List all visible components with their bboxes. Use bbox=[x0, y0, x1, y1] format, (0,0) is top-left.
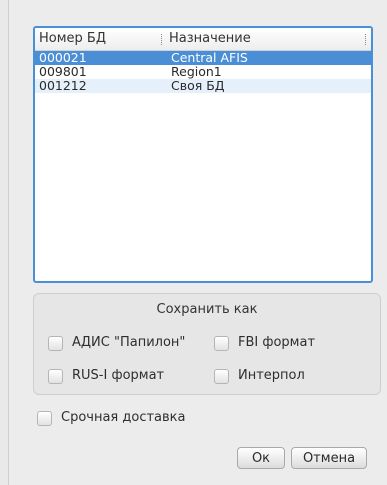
column-header-number[interactable]: Номер БД bbox=[39, 31, 106, 46]
column-resize-grip[interactable] bbox=[365, 34, 367, 45]
urgent-delivery-checkbox[interactable] bbox=[37, 411, 52, 426]
fbi-format-checkbox[interactable] bbox=[214, 336, 229, 351]
interpol-label[interactable]: Интерпол bbox=[238, 368, 305, 383]
papillon-checkbox[interactable] bbox=[48, 336, 63, 351]
cell-purpose: Central AFIS bbox=[171, 50, 248, 65]
rus-i-format-label[interactable]: RUS-I формат bbox=[72, 368, 164, 383]
table-row[interactable]: 001212 Своя БД bbox=[35, 79, 371, 93]
cancel-button[interactable]: Отмена bbox=[291, 447, 367, 469]
database-table[interactable]: Номер БД Назначение 000021 Central AFIS … bbox=[33, 26, 373, 283]
table-row[interactable]: 000021 Central AFIS bbox=[35, 51, 371, 65]
fbi-format-label[interactable]: FBI формат bbox=[238, 335, 315, 350]
cell-number: 001212 bbox=[39, 78, 87, 93]
column-header-purpose[interactable]: Назначение bbox=[169, 31, 251, 46]
table-header: Номер БД Назначение bbox=[35, 28, 371, 51]
dialog-window: Номер БД Назначение 000021 Central AFIS … bbox=[8, 0, 387, 485]
interpol-checkbox[interactable] bbox=[214, 369, 229, 384]
cell-number: 000021 bbox=[39, 50, 87, 65]
cell-purpose: Своя БД bbox=[171, 78, 225, 93]
cell-number: 009801 bbox=[39, 64, 87, 79]
rus-i-format-checkbox[interactable] bbox=[48, 369, 63, 384]
ok-button[interactable]: Ок bbox=[237, 447, 285, 469]
column-separator[interactable] bbox=[161, 34, 163, 45]
table-row[interactable]: 009801 Region1 bbox=[35, 65, 371, 79]
save-as-title: Сохранить как bbox=[156, 302, 258, 317]
urgent-delivery-label[interactable]: Срочная доставка bbox=[61, 410, 186, 425]
cell-purpose: Region1 bbox=[171, 64, 222, 79]
papillon-label[interactable]: АДИС "Папилон" bbox=[72, 335, 185, 350]
save-as-group: Сохранить как АДИС "Папилон" FBI формат … bbox=[33, 293, 381, 395]
